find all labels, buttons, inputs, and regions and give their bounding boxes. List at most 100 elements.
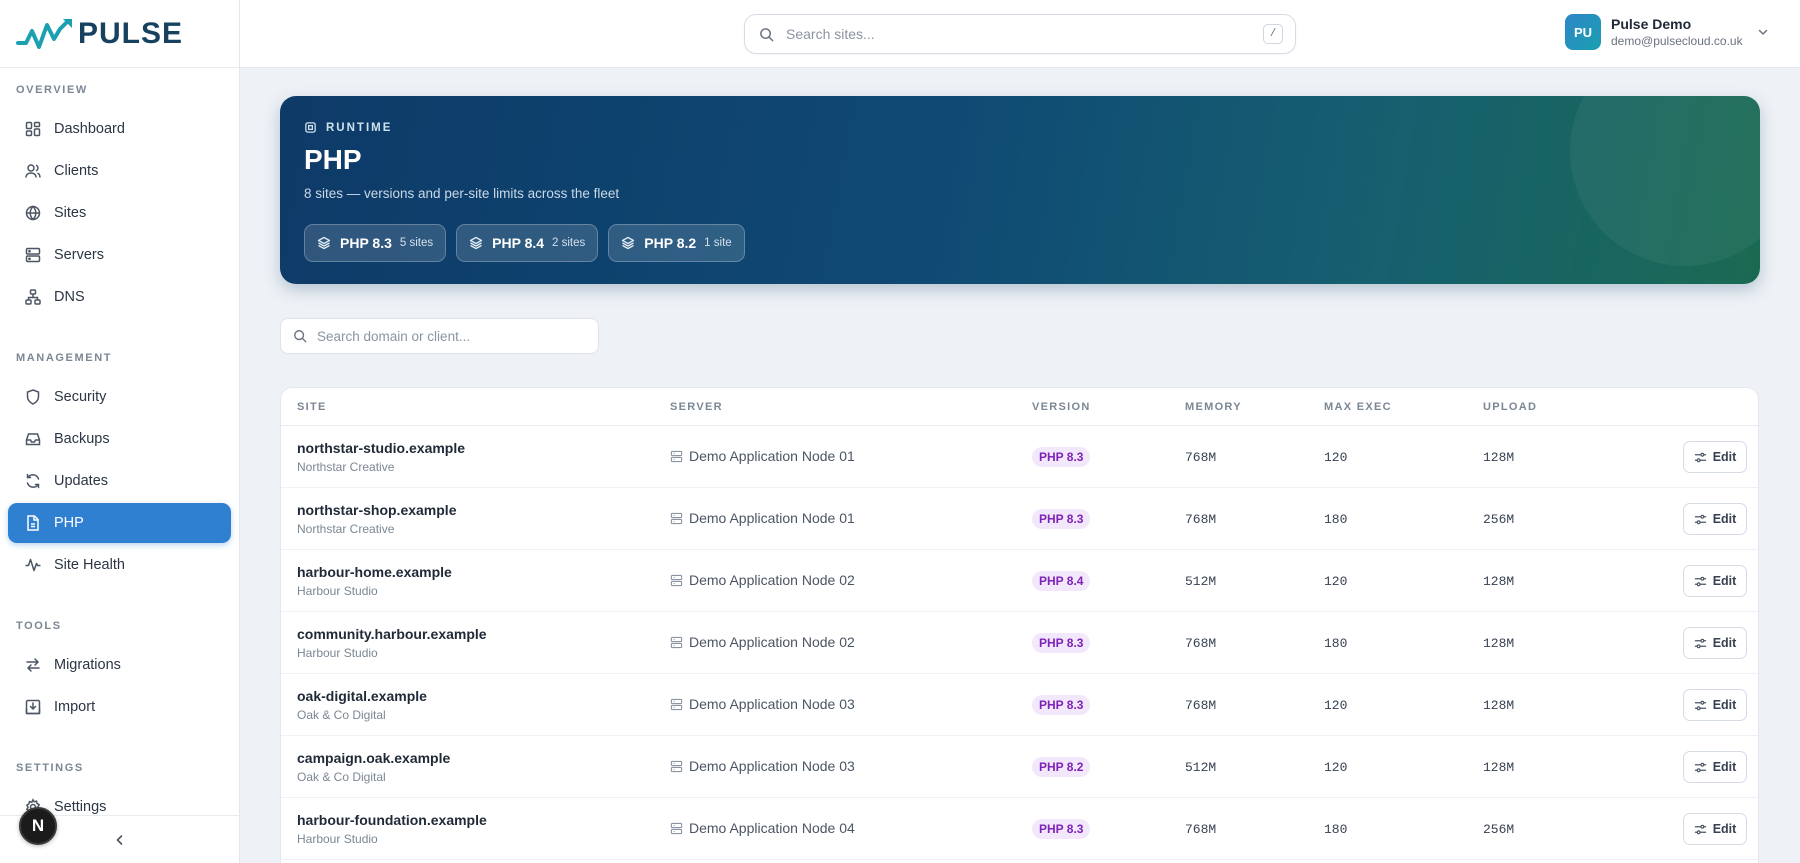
server-name: Demo Application Node 01 — [689, 448, 855, 464]
page-subtitle: 8 sites — versions and per-site limits a… — [304, 186, 620, 201]
nav-section-tools: TOOLS — [16, 620, 62, 632]
version-chip[interactable]: PHP 8.2 1 site — [608, 224, 745, 262]
chip-version: PHP 8.3 — [340, 235, 392, 251]
site-domain[interactable]: oak-digital.example — [297, 688, 427, 704]
table-row: campaign.oak.example Oak & Co Digital De… — [281, 736, 1758, 798]
filter-search-input[interactable]: Search domain or client... — [280, 318, 599, 354]
edit-button[interactable]: Edit — [1683, 503, 1747, 535]
edit-button[interactable]: Edit — [1683, 627, 1747, 659]
sidebar-item-label: Sites — [54, 205, 87, 221]
layers-icon — [317, 236, 331, 250]
upload-limit: 128M — [1483, 698, 1515, 713]
column-header-server: SERVER — [670, 401, 723, 413]
sidebar-item-backups[interactable]: Backups — [8, 419, 231, 459]
max-exec-time: 180 — [1324, 636, 1348, 651]
shield-icon — [24, 388, 42, 406]
sidebar-item-dashboard[interactable]: Dashboard — [8, 109, 231, 149]
sidebar-item-security[interactable]: Security — [8, 377, 231, 417]
search-input[interactable]: Search sites... / — [744, 14, 1296, 54]
site-domain[interactable]: northstar-studio.example — [297, 440, 465, 456]
network-icon — [24, 288, 42, 306]
edit-label: Edit — [1712, 698, 1737, 712]
sidebar: PULSE OVERVIEW Dashboard Clients Sites S… — [0, 0, 240, 863]
user-email: demo@pulsecloud.co.uk — [1611, 34, 1743, 48]
nav-section-overview: OVERVIEW — [16, 84, 88, 96]
memory-limit: 768M — [1185, 636, 1217, 651]
server-cell: Demo Application Node 02 — [670, 572, 855, 588]
shortcut-hint: / — [1263, 24, 1283, 44]
edit-button[interactable]: Edit — [1683, 813, 1747, 845]
search-icon — [759, 27, 774, 42]
layers-icon — [621, 236, 635, 250]
sliders-icon — [1694, 699, 1707, 712]
server-icon — [670, 636, 683, 649]
chip-count: 5 sites — [399, 237, 434, 249]
sidebar-item-sites[interactable]: Sites — [8, 193, 231, 233]
server-name: Demo Application Node 01 — [689, 510, 855, 526]
sidebar-item-updates[interactable]: Updates — [8, 461, 231, 501]
site-client: Northstar Creative — [297, 522, 395, 536]
sidebar-item-import[interactable]: Import — [8, 687, 231, 727]
site-domain[interactable]: harbour-foundation.example — [297, 812, 487, 828]
sidebar-item-php[interactable]: PHP — [8, 503, 231, 543]
server-cell: Demo Application Node 01 — [670, 448, 855, 464]
activity-icon — [24, 556, 42, 574]
nav-section-settings: SETTINGS — [16, 762, 84, 774]
edit-button[interactable]: Edit — [1683, 751, 1747, 783]
chip-count: 1 site — [704, 237, 732, 249]
sidebar-item-servers[interactable]: Servers — [8, 235, 231, 275]
site-domain[interactable]: community.harbour.example — [297, 626, 487, 642]
edit-label: Edit — [1712, 574, 1737, 588]
globe-icon — [24, 204, 42, 222]
n-badge[interactable]: N — [19, 807, 57, 845]
edit-button[interactable]: Edit — [1683, 689, 1747, 721]
upload-limit: 128M — [1483, 450, 1515, 465]
table-row: community.harbour.example Harbour Studio… — [281, 612, 1758, 674]
version-chip[interactable]: PHP 8.3 5 sites — [304, 224, 447, 262]
sidebar-item-site-health[interactable]: Site Health — [8, 545, 231, 585]
edit-label: Edit — [1712, 636, 1737, 650]
server-name: Demo Application Node 02 — [689, 634, 855, 650]
memory-limit: 768M — [1185, 512, 1217, 527]
version-chip[interactable]: PHP 8.4 2 sites — [456, 224, 599, 262]
site-domain[interactable]: northstar-shop.example — [297, 502, 456, 518]
server-icon — [670, 574, 683, 587]
sidebar-item-migrations[interactable]: Migrations — [8, 645, 231, 685]
site-client: Oak & Co Digital — [297, 770, 386, 784]
table-row: harbour-foundation.example Harbour Studi… — [281, 798, 1758, 860]
memory-limit: 768M — [1185, 450, 1217, 465]
edit-button[interactable]: Edit — [1683, 441, 1747, 473]
sidebar-item-label: Backups — [54, 431, 110, 447]
user-menu[interactable]: PU Pulse Demo demo@pulsecloud.co.uk — [1565, 14, 1769, 50]
sliders-icon — [1694, 637, 1707, 650]
table-row: harbour-home.example Harbour Studio Demo… — [281, 550, 1758, 612]
sliders-icon — [1694, 761, 1707, 774]
php-version-badge: PHP 8.3 — [1032, 633, 1091, 653]
sidebar-item-label: Servers — [54, 247, 104, 263]
collapse-sidebar-icon[interactable] — [113, 833, 127, 847]
site-domain[interactable]: campaign.oak.example — [297, 750, 450, 766]
server-name: Demo Application Node 03 — [689, 696, 855, 712]
server-icon — [670, 822, 683, 835]
php-version-badge: PHP 8.3 — [1032, 447, 1091, 467]
site-domain[interactable]: harbour-home.example — [297, 564, 452, 580]
server-name: Demo Application Node 02 — [689, 572, 855, 588]
upload-limit: 128M — [1483, 636, 1515, 651]
column-header-max-exec: MAX EXEC — [1324, 401, 1392, 413]
memory-limit: 768M — [1185, 822, 1217, 837]
sidebar-item-label: Clients — [54, 163, 99, 179]
search-placeholder: Search sites... — [786, 26, 875, 42]
archive-icon — [24, 430, 42, 448]
sidebar-item-dns[interactable]: DNS — [8, 277, 231, 317]
sidebar-item-label: DNS — [54, 289, 85, 305]
logo[interactable]: PULSE — [0, 0, 239, 68]
sidebar-item-label: Migrations — [54, 657, 121, 673]
server-icon — [670, 698, 683, 711]
site-client: Harbour Studio — [297, 584, 378, 598]
sidebar-item-clients[interactable]: Clients — [8, 151, 231, 191]
edit-button[interactable]: Edit — [1683, 565, 1747, 597]
logo-text: PULSE — [78, 16, 184, 50]
chip-icon — [304, 121, 317, 134]
server-icon — [670, 450, 683, 463]
max-exec-time: 180 — [1324, 822, 1348, 837]
